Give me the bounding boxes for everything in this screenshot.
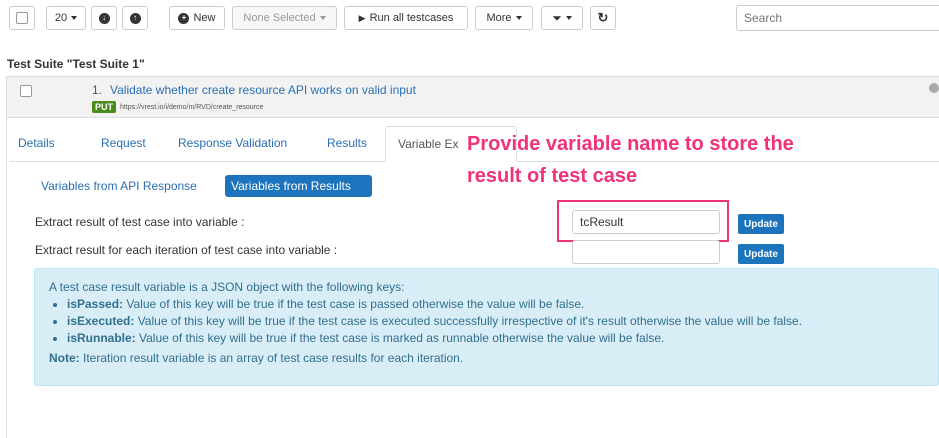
filter-dropdown[interactable]: ⏷: [541, 6, 583, 30]
chevron-down-icon: [565, 16, 572, 20]
info-text: Value of this key will be true if the te…: [134, 314, 803, 328]
more-dropdown[interactable]: More: [475, 6, 533, 30]
row2-label: Extract result for each iteration of tes…: [35, 243, 338, 257]
none-selected-dropdown[interactable]: None Selected: [232, 6, 337, 30]
info-item-ispassed: isPassed: Value of this key will be true…: [67, 297, 924, 311]
none-selected-label: None Selected: [243, 12, 316, 24]
info-key: isPassed:: [67, 297, 124, 311]
testcase-title[interactable]: Validate whether create resource API wor…: [110, 83, 416, 97]
tab-details[interactable]: Details: [18, 136, 55, 150]
filter-icon: ⏷: [552, 10, 562, 25]
more-label: More: [486, 12, 512, 24]
chevron-down-icon: [515, 16, 522, 20]
note-key: Note:: [49, 351, 80, 365]
plus-circle-icon: +: [178, 12, 190, 24]
info-intro: A test case result variable is a JSON ob…: [49, 280, 405, 294]
select-all-button[interactable]: [9, 6, 35, 30]
info-text: Value of this key will be true if the te…: [135, 331, 665, 345]
refresh-button[interactable]: ↻: [590, 6, 616, 30]
info-item-isrunnable: isRunnable: Value of this key will be tr…: [67, 331, 924, 345]
testcase-number: 1.: [92, 83, 103, 97]
testcase-checkbox[interactable]: [20, 85, 32, 97]
tab-variable-extraction-label: Variable Ex: [398, 137, 459, 151]
callout-line-1: Provide variable name to store the: [467, 133, 794, 155]
move-up-button[interactable]: ↑: [122, 6, 148, 30]
info-note: Note: Iteration result variable is an ar…: [49, 351, 924, 365]
new-label: New: [193, 12, 216, 24]
info-item-isexecuted: isExecuted: Value of this key will be tr…: [67, 314, 924, 328]
tc-result-variable-input[interactable]: [572, 210, 720, 234]
testcase-url: https://vrest.io/i/demo/m/RVD/create_res…: [120, 104, 264, 111]
tab-response-validation[interactable]: Response Validation: [178, 136, 287, 150]
info-list: isPassed: Value of this key will be true…: [49, 297, 924, 345]
iteration-result-variable-input[interactable]: [572, 240, 720, 264]
refresh-icon: ↻: [597, 10, 609, 25]
info-key: isRunnable:: [67, 331, 136, 345]
arrow-up-circle-icon: ↑: [129, 12, 141, 24]
note-text: Iteration result variable is an array of…: [79, 351, 464, 365]
method-badge: PUT: [92, 101, 116, 113]
tab-request[interactable]: Request: [101, 136, 146, 150]
info-box: A test case result variable is a JSON ob…: [34, 268, 939, 386]
new-button[interactable]: + New: [169, 6, 225, 30]
select-all-checkbox[interactable]: [16, 12, 28, 24]
page-size-value: 20: [54, 12, 68, 24]
info-key: isExecuted:: [67, 314, 135, 328]
search-input[interactable]: [736, 5, 939, 31]
info-text: Value of this key will be true if the te…: [123, 297, 585, 311]
run-all-label: Run all testcases: [369, 12, 454, 24]
callout-line-2: result of test case: [467, 165, 638, 187]
subtab-variables-from-api-response[interactable]: Variables from API Response: [35, 175, 203, 197]
move-down-button[interactable]: ↓: [91, 6, 117, 30]
suite-title: Test Suite "Test Suite 1": [7, 57, 145, 71]
arrow-down-circle-icon: ↓: [98, 12, 110, 24]
page-size-dropdown[interactable]: 20: [46, 6, 86, 30]
update-button-2[interactable]: Update: [738, 244, 784, 264]
testcase-row[interactable]: 1. Validate whether create resource API …: [6, 76, 939, 118]
play-icon: ▶: [358, 12, 366, 23]
run-all-testcases-button[interactable]: ▶ Run all testcases: [344, 6, 468, 30]
chevron-down-icon: [319, 16, 326, 20]
update-button-1[interactable]: Update: [738, 214, 784, 234]
row1-label: Extract result of test case into variabl…: [35, 215, 245, 229]
subtab-variables-from-results[interactable]: Variables from Results: [225, 175, 372, 197]
tab-results[interactable]: Results: [327, 136, 367, 150]
chevron-down-icon: [71, 16, 78, 20]
settings-icon[interactable]: [929, 83, 939, 93]
